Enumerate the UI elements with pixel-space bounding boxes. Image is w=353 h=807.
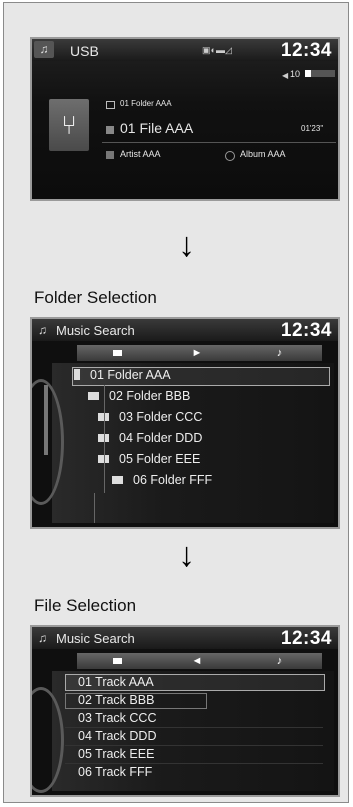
clock: 12:34 [280, 320, 332, 341]
track-row-3[interactable]: 03 Track CCC [78, 711, 157, 728]
music-note-icon: ♫ [38, 631, 47, 645]
track-row-4[interactable]: 04 Track DDD [78, 729, 157, 746]
music-note-icon[interactable]: ♫ [34, 41, 54, 58]
folder-row-3[interactable]: 03 Folder CCC [98, 410, 202, 427]
tree-line [104, 385, 105, 493]
status-icons: ▣◐▬◿ [202, 45, 232, 55]
file-icon [106, 126, 114, 134]
track-row-6[interactable]: 06 Track FFF [78, 765, 152, 782]
down-arrow-icon: ↓ [178, 226, 195, 264]
folder-icon [106, 101, 115, 109]
volume-level: 10 [290, 69, 301, 79]
album-icon [225, 151, 235, 161]
folder-name: 01 Folder AAA [120, 99, 172, 108]
elapsed-time: 01'23" [301, 124, 324, 133]
folder-icon [112, 475, 123, 484]
folder-row-1[interactable]: 01 Folder AAA [74, 368, 171, 385]
album-name: Album AAA [240, 149, 286, 159]
clock: 12:34 [280, 628, 332, 649]
track-row-2[interactable]: 02 Track BBB [78, 693, 154, 710]
status-bar: ♫ USB ▣◐▬◿ 12:34 [32, 39, 338, 61]
tab-music[interactable]: ♪ [237, 345, 322, 361]
file-selection-heading: File Selection [34, 596, 137, 615]
tree-line [94, 493, 95, 523]
search-tab-bar: ► ♪ [77, 345, 322, 361]
track-row-1[interactable]: 01 Track AAA [78, 675, 154, 692]
folder-row-4[interactable]: 04 Folder DDD [98, 431, 202, 448]
folder-row-6[interactable]: 06 Folder FFF [112, 473, 212, 490]
manual-illustration-frame: ♫ USB ▣◐▬◿ 12:34 ◀ 10 ⑂ 01 Folder AAA 01… [3, 2, 349, 803]
artist-icon [106, 151, 114, 159]
row-separator [65, 727, 323, 728]
tab-music[interactable]: ♪ [237, 653, 322, 669]
file-selection-screen: ♫ Music Search 12:34 ◄ ♪ 01 Track AAA 02… [30, 625, 340, 797]
search-tab-bar: ◄ ♪ [77, 653, 322, 669]
volume-bar [305, 70, 335, 77]
usb-playback-screen: ♫ USB ▣◐▬◿ 12:34 ◀ 10 ⑂ 01 Folder AAA 01… [30, 37, 340, 201]
folder-selection-heading: Folder Selection [34, 288, 157, 307]
header-bar: ♫ Music Search 12:34 [32, 319, 338, 341]
tab-folder[interactable] [77, 345, 157, 361]
header-bar: ♫ Music Search 12:34 [32, 627, 338, 649]
row-separator [65, 745, 323, 746]
divider-line [102, 142, 336, 143]
volume-icon: ◀ [282, 71, 289, 80]
source-label: USB [70, 43, 99, 59]
music-note-icon: ♫ [38, 323, 47, 337]
folder-icon [74, 369, 80, 381]
folder-selection-screen: ♫ Music Search 12:34 ► ♪ 01 Folder AAA 0… [30, 317, 340, 529]
folder-row-5[interactable]: 05 Folder EEE [98, 452, 200, 469]
screen-title: Music Search [56, 323, 135, 338]
folder-icon [88, 391, 99, 400]
screen-title: Music Search [56, 631, 135, 646]
file-name: 01 File AAA [120, 120, 194, 136]
tab-folder[interactable] [77, 653, 157, 669]
row-separator [65, 763, 323, 764]
artist-name: Artist AAA [120, 149, 161, 159]
tab-playing[interactable]: ► [157, 345, 237, 361]
track-row-5[interactable]: 05 Track EEE [78, 747, 154, 764]
down-arrow-icon: ↓ [178, 536, 195, 574]
scrollbar[interactable] [44, 385, 48, 455]
clock: 12:34 [280, 40, 332, 61]
usb-icon: ⑂ [49, 99, 89, 151]
tab-playing[interactable]: ◄ [157, 653, 237, 669]
